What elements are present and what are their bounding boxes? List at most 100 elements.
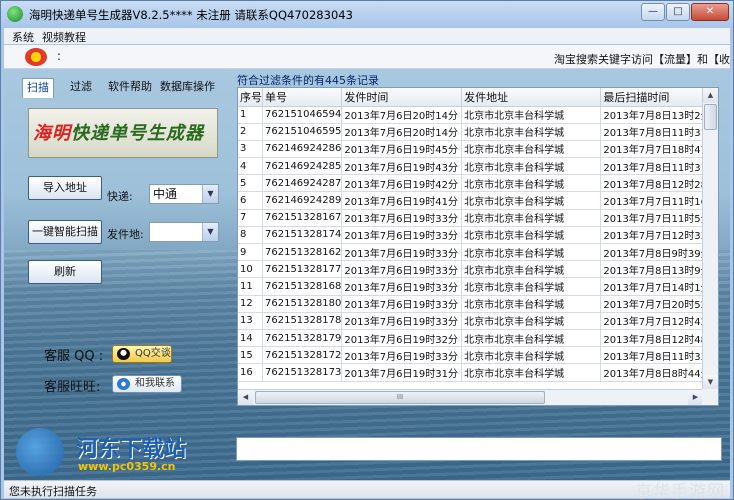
- table-row[interactable]: 9 762151328162 2013年7月6日19时33分 北京市北京丰台科学城 20…: [238, 243, 718, 262]
- table-row[interactable]: 8 762151328174 2013年7月6日19时33分 北京市北京丰台科学城 20…: [238, 226, 718, 245]
- table-row[interactable]: 13 762151328178 2013年7月6日19时33分 北京市北京丰台科学城 2…: [238, 312, 718, 330]
- table-cell: 762146924289: [262, 191, 343, 210]
- tab-help[interactable]: 软件帮助: [104, 78, 156, 98]
- courier-label: 快递:: [107, 190, 133, 203]
- watermark-icon: [16, 428, 64, 476]
- table-cell: 1: [238, 106, 263, 124]
- table-row[interactable]: 4 762146924285 2013年7月6日19时43分 北京市北京丰台科学城 20…: [238, 157, 718, 176]
- table-cell: 2013年7月7日11时5分: [600, 209, 718, 227]
- qq-chat-button[interactable]: QQ交谈: [112, 345, 172, 363]
- table-cell: 2013年7月6日19时33分: [341, 346, 463, 365]
- vertical-scroll-thumb[interactable]: [704, 104, 717, 130]
- minimize-button[interactable]: —: [641, 3, 665, 21]
- table-cell: 762146924287: [262, 174, 343, 193]
- table-cell: 762151328168: [262, 277, 343, 296]
- table-cell: 2013年7月6日19时33分: [341, 209, 463, 227]
- qq-penguin-icon: [117, 348, 130, 360]
- table-cell: 2013年7月8日13时9分: [600, 260, 718, 279]
- tab-strip: 扫描 过滤 软件帮助 数据库操作: [22, 78, 252, 100]
- table-cell: 2013年7月6日19时33分: [341, 243, 463, 262]
- table-row[interactable]: 2 762151046595 2013年7月6日20时14分 北京市北京丰台科学城 20…: [238, 123, 718, 141]
- tab-scan[interactable]: 扫描: [22, 78, 54, 98]
- table-cell: 762151046595: [262, 123, 343, 141]
- main-panel: 扫描 过滤 软件帮助 数据库操作 海明快递单号生成器 导入地址 快递: 中通 ▼ …: [4, 70, 730, 480]
- column-header[interactable]: 单号: [262, 88, 343, 107]
- table-cell: 北京市北京丰台科学城: [461, 312, 602, 330]
- table-cell: 北京市北京丰台科学城: [461, 226, 602, 245]
- column-header[interactable]: 发件地址: [461, 88, 602, 107]
- toolbar-colon: :: [57, 49, 62, 63]
- table-cell: 2013年7月6日19时43分: [341, 157, 463, 176]
- column-header[interactable]: 最后扫描时间: [600, 88, 718, 107]
- origin-select[interactable]: ▼: [149, 222, 219, 242]
- table-row[interactable]: 10 762151328177 2013年7月6日19时33分 北京市北京丰台科学城 2…: [238, 260, 718, 279]
- scroll-left-icon[interactable]: ◀: [238, 390, 253, 405]
- table-cell: 2013年7月6日19时42分: [341, 174, 463, 193]
- app-icon: [7, 6, 23, 22]
- table-cell: 2013年7月6日19时41分: [341, 191, 463, 210]
- table-cell: 北京市北京丰台科学城: [461, 140, 602, 159]
- results-grid[interactable]: 序号 单号 发件时间 发件地址 最后扫描时间 1 762151046594 2013年7月6…: [237, 87, 719, 406]
- table-cell: 2013年7月7日12时33分: [600, 226, 718, 245]
- table-row[interactable]: 5 762146924287 2013年7月6日19时42分 北京市北京丰台科学城 20…: [238, 174, 718, 193]
- scroll-up-icon[interactable]: ▲: [703, 88, 718, 103]
- status-text: 您未执行扫描任务: [9, 485, 97, 498]
- service-qq-label: 客服 QQ :: [44, 349, 104, 364]
- table-row[interactable]: 14 762151328179 2013年7月6日19时32分 北京市北京丰台科学城 2…: [238, 329, 718, 348]
- table-cell: 北京市北京丰台科学城: [461, 123, 602, 141]
- wangwang-icon: [117, 378, 130, 390]
- table-cell: 2013年7月8日9时39分: [600, 243, 718, 262]
- tab-database[interactable]: 数据库操作: [156, 78, 219, 98]
- results-table: 序号 单号 发件时间 发件地址 最后扫描时间 1 762151046594 2013年7月6…: [238, 88, 718, 382]
- title-bar[interactable]: 海明快递单号生成器V8.2.5**** 未注册 请联系QQ470283043 —…: [1, 1, 733, 27]
- table-cell: 2013年7月6日20时14分: [341, 106, 463, 124]
- table-cell: 北京市北京丰台科学城: [461, 260, 602, 279]
- vertical-scrollbar[interactable]: ▲ ▼: [702, 88, 718, 390]
- table-cell: 北京市北京丰台科学城: [461, 174, 602, 193]
- table-cell: 16: [238, 363, 263, 382]
- table-cell: 8: [238, 226, 263, 245]
- table-cell: 2013年7月7日20时52分: [600, 295, 718, 313]
- menu-video-tutorial[interactable]: 视频教程: [42, 29, 86, 45]
- table-cell: 北京市北京丰台科学城: [461, 363, 602, 382]
- scroll-down-icon[interactable]: ▼: [703, 375, 718, 390]
- table-cell: 2013年7月8日13时2分: [600, 106, 718, 124]
- horizontal-scroll-thumb[interactable]: III: [255, 391, 545, 404]
- table-cell: 762151328178: [262, 312, 343, 330]
- table-row[interactable]: 15 762151328172 2013年7月6日19时33分 北京市北京丰台科学城 2…: [238, 346, 718, 365]
- table-cell: 北京市北京丰台科学城: [461, 157, 602, 176]
- maximize-button[interactable]: □: [666, 3, 690, 21]
- table-cell: 北京市北京丰台科学城: [461, 346, 602, 365]
- tool-logo-icon[interactable]: [25, 48, 47, 66]
- table-cell: 13: [238, 312, 263, 330]
- table-row[interactable]: 1 762151046594 2013年7月6日20时14分 北京市北京丰台科学城 20…: [238, 106, 718, 124]
- table-row[interactable]: 6 762146924289 2013年7月6日19时41分 北京市北京丰台科学城 20…: [238, 191, 718, 210]
- table-row[interactable]: 11 762151328168 2013年7月6日19时33分 北京市北京丰台科学城 2…: [238, 277, 718, 296]
- column-header[interactable]: 序号: [238, 88, 263, 107]
- smart-scan-button[interactable]: 一键智能扫描: [28, 220, 102, 244]
- table-cell: 4: [238, 157, 263, 176]
- horizontal-scrollbar[interactable]: ◀ III ▶: [238, 389, 703, 405]
- menu-system[interactable]: 系统: [12, 29, 34, 45]
- table-row[interactable]: 7 762151328167 2013年7月6日19时33分 北京市北京丰台科学城 20…: [238, 209, 718, 227]
- chevron-down-icon[interactable]: ▼: [202, 223, 218, 241]
- table-cell: 9: [238, 243, 263, 262]
- window-title: 海明快递单号生成器V8.2.5**** 未注册 请联系QQ470283043: [29, 8, 353, 22]
- tab-filter[interactable]: 过滤: [66, 78, 96, 98]
- wangwang-contact-button[interactable]: 和我联系: [112, 375, 182, 393]
- table-row[interactable]: 16 762151328173 2013年7月6日19时31分 北京市北京丰台科学城 2…: [238, 363, 718, 382]
- table-cell: 北京市北京丰台科学城: [461, 295, 602, 313]
- close-button[interactable]: ✕: [691, 3, 729, 21]
- table-row[interactable]: 3 762146924286 2013年7月6日19时45分 北京市北京丰台科学城 20…: [238, 140, 718, 159]
- table-cell: 762146924286: [262, 140, 343, 159]
- column-header[interactable]: 发件时间: [341, 88, 463, 107]
- import-address-button[interactable]: 导入地址: [28, 176, 102, 200]
- chevron-down-icon[interactable]: ▼: [202, 185, 218, 203]
- table-cell: 10: [238, 260, 263, 279]
- table-row[interactable]: 12 762151328180 2013年7月6日19时33分 北京市北京丰台科学城 2…: [238, 295, 718, 313]
- info-bar: [236, 437, 722, 461]
- table-cell: 762151328162: [262, 243, 343, 262]
- courier-select[interactable]: 中通 ▼: [149, 184, 219, 204]
- refresh-button[interactable]: 刷新: [28, 260, 102, 284]
- scroll-right-icon[interactable]: ▶: [688, 390, 703, 405]
